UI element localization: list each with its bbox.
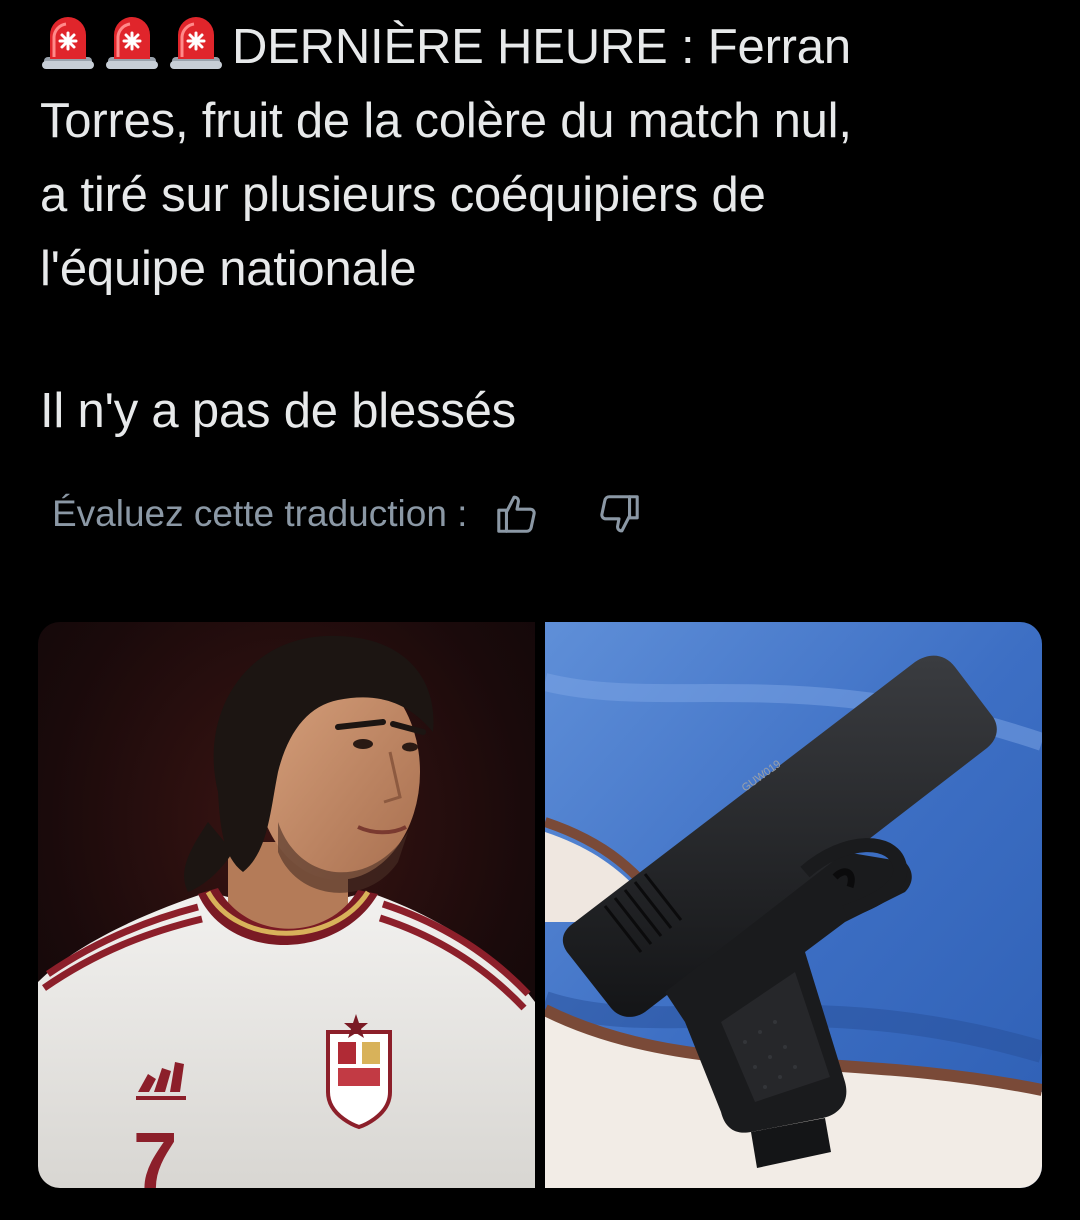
police-light-icon <box>40 15 96 71</box>
media-photo-player[interactable]: 7 <box>38 622 535 1188</box>
tweet-text-line-2: Torres, fruit de la colère du match nul, <box>40 94 852 148</box>
media-photo-pistol[interactable]: GUW019 <box>545 622 1042 1188</box>
jersey-number: 7 <box>133 1116 178 1188</box>
headline-text: DERNIÈRE HEURE : Ferran <box>232 20 851 74</box>
police-light-icon <box>168 15 224 71</box>
thumbs-down-button[interactable] <box>593 488 645 540</box>
tweet-text-line-1: DERNIÈRE HEURE : Ferran <box>40 10 1050 84</box>
tweet-text-line-4: l'équipe nationale <box>40 242 417 296</box>
thumbs-up-button[interactable] <box>491 488 543 540</box>
police-light-icon <box>104 15 160 71</box>
translation-rating: Évaluez cette traduction : <box>52 488 645 540</box>
tweet-text-line-3: a tiré sur plusieurs coéquipiers de <box>40 168 766 222</box>
football-player-image: 7 <box>38 622 535 1188</box>
media-grid: 7 GUW019 <box>38 622 1042 1188</box>
tweet-text: DERNIÈRE HEURE : Ferran Torres, fruit de… <box>40 10 1050 448</box>
pistol-image: GUW019 <box>545 622 1042 1188</box>
thumbs-up-icon <box>497 495 537 533</box>
translation-rating-label: Évaluez cette traduction : <box>52 493 468 534</box>
thumbs-down-icon <box>600 495 640 533</box>
tweet-second-paragraph: Il n'y a pas de blessés <box>40 384 516 438</box>
